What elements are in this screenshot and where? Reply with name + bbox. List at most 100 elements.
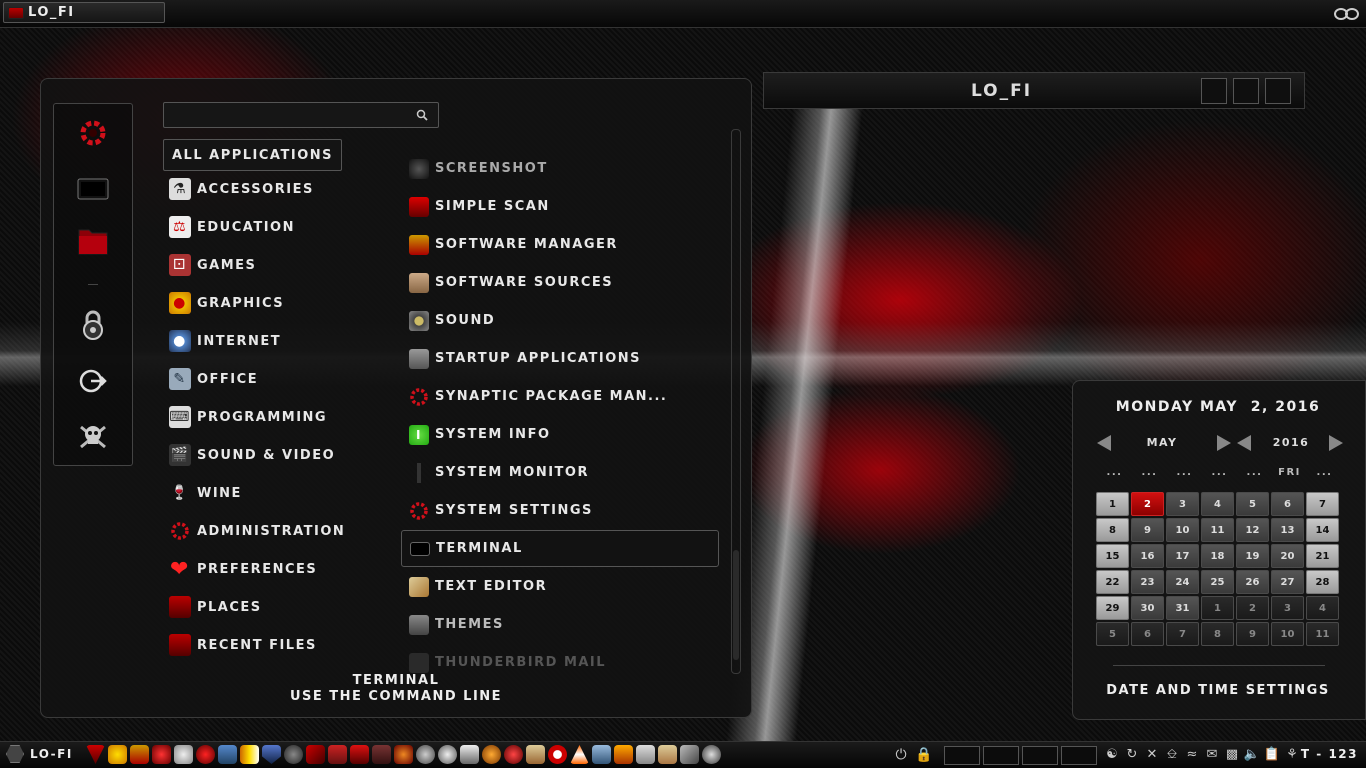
power-icon[interactable]: ⏻ [892, 746, 910, 764]
palette-icon[interactable] [108, 745, 127, 764]
calendar-day[interactable]: 22 [1096, 570, 1129, 594]
settings-gear-icon[interactable] [76, 116, 110, 150]
calendar-day[interactable]: 6 [1271, 492, 1304, 516]
package-icon[interactable] [526, 745, 545, 764]
user-icon[interactable] [592, 745, 611, 764]
lock-icon[interactable] [76, 308, 110, 342]
bar-chart-icon[interactable]: ▩ [1224, 745, 1240, 763]
app-thunderbird-mail[interactable]: Thunderbird Mail [401, 644, 719, 675]
calendar-day[interactable]: 19 [1236, 544, 1269, 568]
calendar-day[interactable]: 25 [1201, 570, 1234, 594]
fighter-icon[interactable] [350, 745, 369, 764]
date-time-settings-link[interactable]: Date and Time Settings [1073, 683, 1363, 698]
next-month-arrow-icon[interactable] [1217, 435, 1231, 451]
category-internet[interactable]: ● Internet [163, 325, 281, 357]
category-wine[interactable]: 🍷 Wine [163, 477, 242, 509]
calendar-day[interactable]: 20 [1271, 544, 1304, 568]
app-software-manager[interactable]: Software Manager [401, 226, 719, 263]
calendar-day[interactable]: 1 [1096, 492, 1129, 516]
logout-icon[interactable] [76, 364, 110, 398]
network-icon[interactable] [372, 745, 391, 764]
calendar-day[interactable]: 26 [1236, 570, 1269, 594]
calendar-day[interactable]: 21 [1306, 544, 1339, 568]
calendar-day[interactable]: 4 [1201, 492, 1234, 516]
box-icon[interactable] [658, 745, 677, 764]
calendar-day[interactable]: 14 [1306, 518, 1339, 542]
category-sound-video[interactable]: 🎬 Sound & Video [163, 439, 335, 471]
screen-icon[interactable] [218, 745, 237, 764]
calendar-day[interactable]: 4 [1306, 596, 1339, 620]
category-accessories[interactable]: ⚗ Accessories [163, 173, 314, 205]
app-simple-scan[interactable]: Simple Scan [401, 188, 719, 225]
calendar-day[interactable]: 10 [1271, 622, 1304, 646]
eye-icon[interactable] [438, 745, 457, 764]
shield-icon[interactable] [262, 745, 281, 764]
app-synaptic[interactable]: Synaptic Package Man... [401, 378, 719, 415]
calendar-day[interactable]: 9 [1236, 622, 1269, 646]
category-preferences[interactable]: ❤ Preferences [163, 553, 317, 585]
pencil-icon[interactable] [680, 745, 699, 764]
maximize-button[interactable] [1233, 78, 1259, 104]
lock-icon[interactable]: 🔒 [915, 746, 933, 764]
close-icon[interactable]: ✕ [1144, 745, 1160, 763]
category-places[interactable]: Places [163, 591, 262, 623]
clipboard-icon[interactable]: 📋 [1264, 745, 1280, 763]
vivaldi-icon[interactable] [86, 745, 105, 764]
calendar-day[interactable]: 7 [1306, 492, 1339, 516]
workspace-1[interactable] [944, 746, 980, 765]
workspace-4[interactable] [1061, 746, 1097, 765]
software-manager-icon[interactable] [130, 745, 149, 764]
app-sound[interactable]: Sound [401, 302, 719, 339]
calendar-day[interactable]: 9 [1131, 518, 1164, 542]
folder-icon[interactable] [76, 224, 110, 258]
calendar-day[interactable]: 3 [1271, 596, 1304, 620]
workspace-2[interactable] [983, 746, 1019, 765]
feather-icon[interactable] [328, 745, 347, 764]
firefox-icon[interactable] [174, 745, 193, 764]
disk-icon[interactable] [416, 745, 435, 764]
prev-month-arrow-icon[interactable] [1097, 435, 1111, 451]
refresh-icon[interactable]: ↻ [1124, 745, 1140, 763]
app-software-sources[interactable]: Software Sources [401, 264, 719, 301]
calendar-day[interactable]: 30 [1131, 596, 1164, 620]
calendar-day[interactable]: 2 [1236, 596, 1269, 620]
target-icon[interactable] [284, 745, 303, 764]
calendar-day[interactable]: 27 [1271, 570, 1304, 594]
infinity-icon[interactable] [1334, 8, 1360, 20]
calendar-day[interactable]: 17 [1166, 544, 1199, 568]
calendar-day[interactable]: 13 [1271, 518, 1304, 542]
wifi-icon[interactable]: ≈ [1184, 745, 1200, 763]
tools-icon[interactable] [306, 745, 325, 764]
skull-icon[interactable] [76, 420, 110, 454]
scrollbar-thumb[interactable] [733, 550, 739, 660]
calendar-day[interactable]: 7 [1166, 622, 1199, 646]
calendar-day[interactable]: 11 [1306, 622, 1339, 646]
app-themes[interactable]: Themes [401, 606, 719, 643]
close-button[interactable] [1265, 78, 1291, 104]
app-list-scrollbar[interactable] [731, 129, 741, 674]
category-games[interactable]: ⚀ Games [163, 249, 256, 281]
trash-icon[interactable]: ⎒ [1164, 745, 1180, 763]
ship-icon[interactable]: ⚘ [1284, 745, 1300, 763]
category-graphics[interactable]: ● Graphics [163, 287, 284, 319]
calendar-day[interactable]: 12 [1236, 518, 1269, 542]
calendar-day[interactable]: 29 [1096, 596, 1129, 620]
volume-icon[interactable]: 🔈 [1244, 745, 1260, 763]
app-startup-applications[interactable]: Startup Applications [401, 340, 719, 377]
minimize-button[interactable] [1201, 78, 1227, 104]
calendar-day[interactable]: 11 [1201, 518, 1234, 542]
yin-yang-icon[interactable]: ☯ [1104, 745, 1120, 763]
calendar-day[interactable]: 5 [1236, 492, 1269, 516]
app-system-monitor[interactable]: System Monitor [401, 454, 719, 491]
calendar-day[interactable]: 10 [1166, 518, 1199, 542]
calendar-day[interactable]: 18 [1201, 544, 1234, 568]
calendar-day[interactable]: 28 [1306, 570, 1339, 594]
app-system-settings[interactable]: System Settings [401, 492, 719, 529]
next-year-arrow-icon[interactable] [1329, 435, 1343, 451]
category-administration[interactable]: Administration [163, 515, 345, 547]
lifebuoy-icon[interactable] [548, 745, 567, 764]
archive-icon[interactable] [614, 745, 633, 764]
calendar-day[interactable]: 5 [1096, 622, 1129, 646]
plane-icon[interactable] [460, 745, 479, 764]
calendar-day[interactable]: 2 [1131, 492, 1164, 516]
